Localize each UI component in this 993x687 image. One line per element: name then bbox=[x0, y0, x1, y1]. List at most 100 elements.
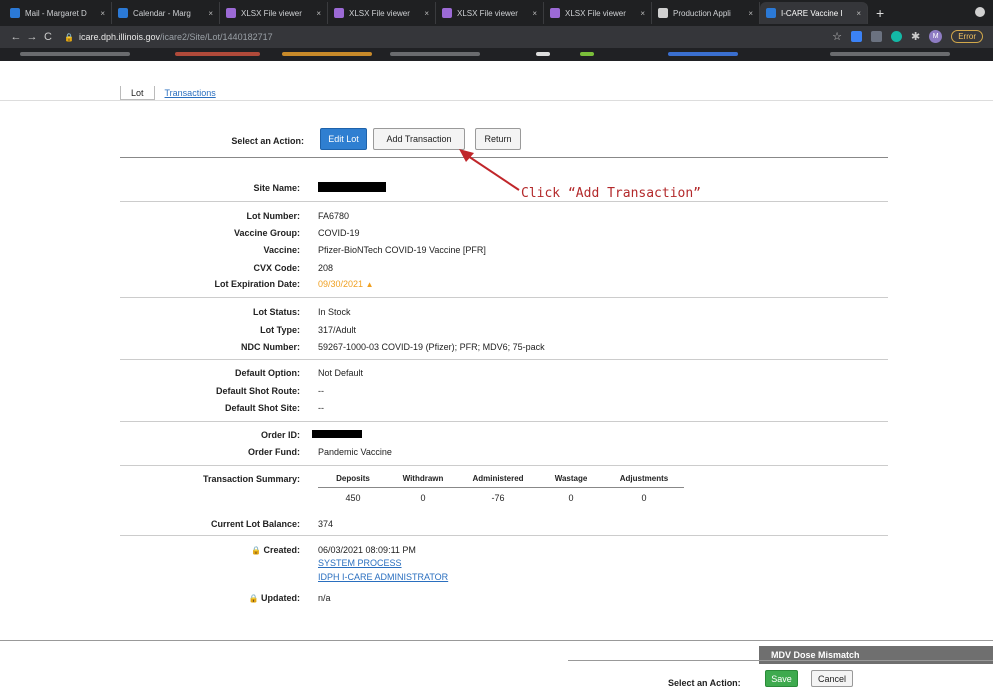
close-tab-icon[interactable]: × bbox=[316, 9, 321, 18]
back-button[interactable]: ← bbox=[8, 31, 24, 43]
annotation-text: Click “Add Transaction” bbox=[521, 186, 702, 201]
current-lot-balance-value: 374 bbox=[318, 519, 334, 529]
extension-icon[interactable] bbox=[851, 31, 862, 42]
profile-avatar[interactable]: M bbox=[929, 30, 943, 43]
divider bbox=[120, 535, 888, 536]
lock-icon: 🔒 bbox=[64, 32, 74, 42]
lot-expiration-value: 09/30/2021 ▲ bbox=[318, 279, 373, 289]
bookmark-item[interactable] bbox=[536, 52, 550, 56]
lot-expiration-label: Lot Expiration Date: bbox=[214, 279, 300, 289]
close-tab-icon[interactable]: × bbox=[532, 9, 537, 18]
tab-label: Mail - Margaret D bbox=[25, 8, 87, 18]
redacted-site-name bbox=[318, 182, 386, 192]
lot-status-label: Lot Status: bbox=[253, 307, 300, 317]
summary-header-deposits: Deposits bbox=[336, 474, 370, 483]
created-by-system-process-link[interactable]: SYSTEM PROCESS bbox=[318, 558, 402, 568]
close-tab-icon[interactable]: × bbox=[856, 9, 861, 18]
site-name-label: Site Name: bbox=[253, 183, 300, 193]
divider bbox=[0, 640, 993, 641]
current-lot-balance-label: Current Lot Balance: bbox=[210, 519, 300, 529]
save-button[interactable]: Save bbox=[765, 670, 798, 687]
mail-favicon-icon bbox=[10, 8, 20, 18]
browser-tab[interactable]: XLSX File viewer × bbox=[544, 2, 652, 24]
bookmark-item[interactable] bbox=[580, 52, 594, 56]
close-tab-icon[interactable]: × bbox=[640, 9, 645, 18]
footer-action-label: Select an Action: bbox=[668, 678, 741, 687]
vaccine-group-label: Vaccine Group: bbox=[233, 228, 300, 238]
reload-button[interactable]: C bbox=[40, 31, 56, 43]
forward-button[interactable]: → bbox=[24, 31, 40, 43]
lock-icon: 🔒 bbox=[251, 546, 261, 555]
summary-value-deposits: 450 bbox=[345, 493, 361, 503]
tab-lot[interactable]: Lot bbox=[120, 86, 155, 100]
action-label: Select an Action: bbox=[231, 136, 304, 146]
tab-label: Production Appli bbox=[673, 8, 731, 18]
lot-type-value: 317/Adult bbox=[318, 325, 357, 335]
xlsx-favicon-icon bbox=[442, 8, 452, 18]
bookmark-item[interactable] bbox=[668, 52, 738, 56]
browser-tab[interactable]: XLSX File viewer × bbox=[220, 2, 328, 24]
browser-tab[interactable]: Calendar - Marg × bbox=[112, 2, 220, 24]
address-bar: ← → C 🔒 icare.dph.illinois.gov/icare2/Si… bbox=[0, 26, 993, 48]
browser-tab[interactable]: Mail - Margaret D × bbox=[4, 2, 112, 24]
divider bbox=[568, 660, 993, 661]
extensions-area: ☆ ✱ M Error bbox=[832, 30, 983, 43]
updated-value: n/a bbox=[318, 593, 331, 603]
window-control-icon[interactable] bbox=[975, 7, 985, 17]
summary-header-row: Deposits Withdrawn Administered Wastage … bbox=[318, 470, 684, 488]
browser-tab[interactable]: XLSX File viewer × bbox=[436, 2, 544, 24]
new-tab-button[interactable]: + bbox=[876, 5, 884, 21]
url-field[interactable]: 🔒 icare.dph.illinois.gov/icare2/Site/Lot… bbox=[64, 32, 273, 42]
close-tab-icon[interactable]: × bbox=[208, 9, 213, 18]
divider bbox=[120, 421, 888, 422]
summary-value-row: 450 0 -76 0 0 bbox=[318, 488, 684, 508]
created-label: 🔒 Created: bbox=[120, 545, 300, 555]
default-option-value: Not Default bbox=[318, 368, 364, 378]
divider bbox=[120, 359, 888, 360]
tab-label: I-CARE Vaccine I bbox=[781, 8, 843, 18]
extension-icon[interactable] bbox=[871, 31, 882, 42]
browser-tab-active[interactable]: I-CARE Vaccine I × bbox=[760, 2, 868, 24]
annotation-arrow-icon bbox=[459, 149, 520, 191]
divider bbox=[120, 297, 888, 298]
summary-header-wastage: Wastage bbox=[554, 474, 588, 483]
cvx-code-label: CVX Code: bbox=[253, 263, 300, 273]
tab-transactions[interactable]: Transactions bbox=[155, 86, 226, 100]
created-by-administrator-link[interactable]: IDPH I-CARE ADMINISTRATOR bbox=[318, 572, 448, 582]
cvx-code-value: 208 bbox=[318, 263, 334, 273]
default-option-label: Default Option: bbox=[235, 368, 300, 378]
transaction-summary-table: Deposits Withdrawn Administered Wastage … bbox=[318, 470, 684, 508]
bookmark-item[interactable] bbox=[175, 52, 260, 56]
xlsx-favicon-icon bbox=[334, 8, 344, 18]
cancel-button[interactable]: Cancel bbox=[811, 670, 853, 687]
tab-label: XLSX File viewer bbox=[349, 8, 410, 18]
xlsx-favicon-icon bbox=[226, 8, 236, 18]
order-fund-label: Order Fund: bbox=[248, 447, 300, 457]
bookmark-item[interactable] bbox=[390, 52, 480, 56]
summary-header-administered: Administered bbox=[472, 474, 524, 483]
divider bbox=[120, 201, 888, 202]
default-shot-route-value: -- bbox=[318, 386, 324, 396]
order-fund-value: Pandemic Vaccine bbox=[318, 447, 392, 457]
edit-lot-button[interactable]: Edit Lot bbox=[320, 128, 367, 150]
browser-tab[interactable]: Production Appli × bbox=[652, 2, 760, 24]
close-tab-icon[interactable]: × bbox=[424, 9, 429, 18]
redacted-order-id bbox=[312, 430, 362, 438]
close-tab-icon[interactable]: × bbox=[100, 9, 105, 18]
close-tab-icon[interactable]: × bbox=[748, 9, 753, 18]
tab-label: XLSX File viewer bbox=[565, 8, 626, 18]
order-id-label: Order ID: bbox=[260, 430, 300, 440]
bookmark-star-icon[interactable]: ☆ bbox=[832, 30, 842, 43]
tab-label: XLSX File viewer bbox=[457, 8, 518, 18]
bookmark-item[interactable] bbox=[830, 52, 950, 56]
extension-icon[interactable] bbox=[891, 31, 902, 42]
bookmark-item[interactable] bbox=[20, 52, 130, 56]
error-badge[interactable]: Error bbox=[951, 30, 983, 43]
vaccine-value: Pfizer-BioNTech COVID-19 Vaccine [PFR] bbox=[318, 245, 486, 255]
vaccine-group-value: COVID-19 bbox=[318, 228, 360, 238]
bookmark-item[interactable] bbox=[282, 52, 372, 56]
puzzle-extensions-icon[interactable]: ✱ bbox=[911, 30, 920, 43]
lot-number-value: FA6780 bbox=[318, 211, 350, 221]
add-transaction-button[interactable]: Add Transaction bbox=[373, 128, 465, 150]
browser-tab[interactable]: XLSX File viewer × bbox=[328, 2, 436, 24]
